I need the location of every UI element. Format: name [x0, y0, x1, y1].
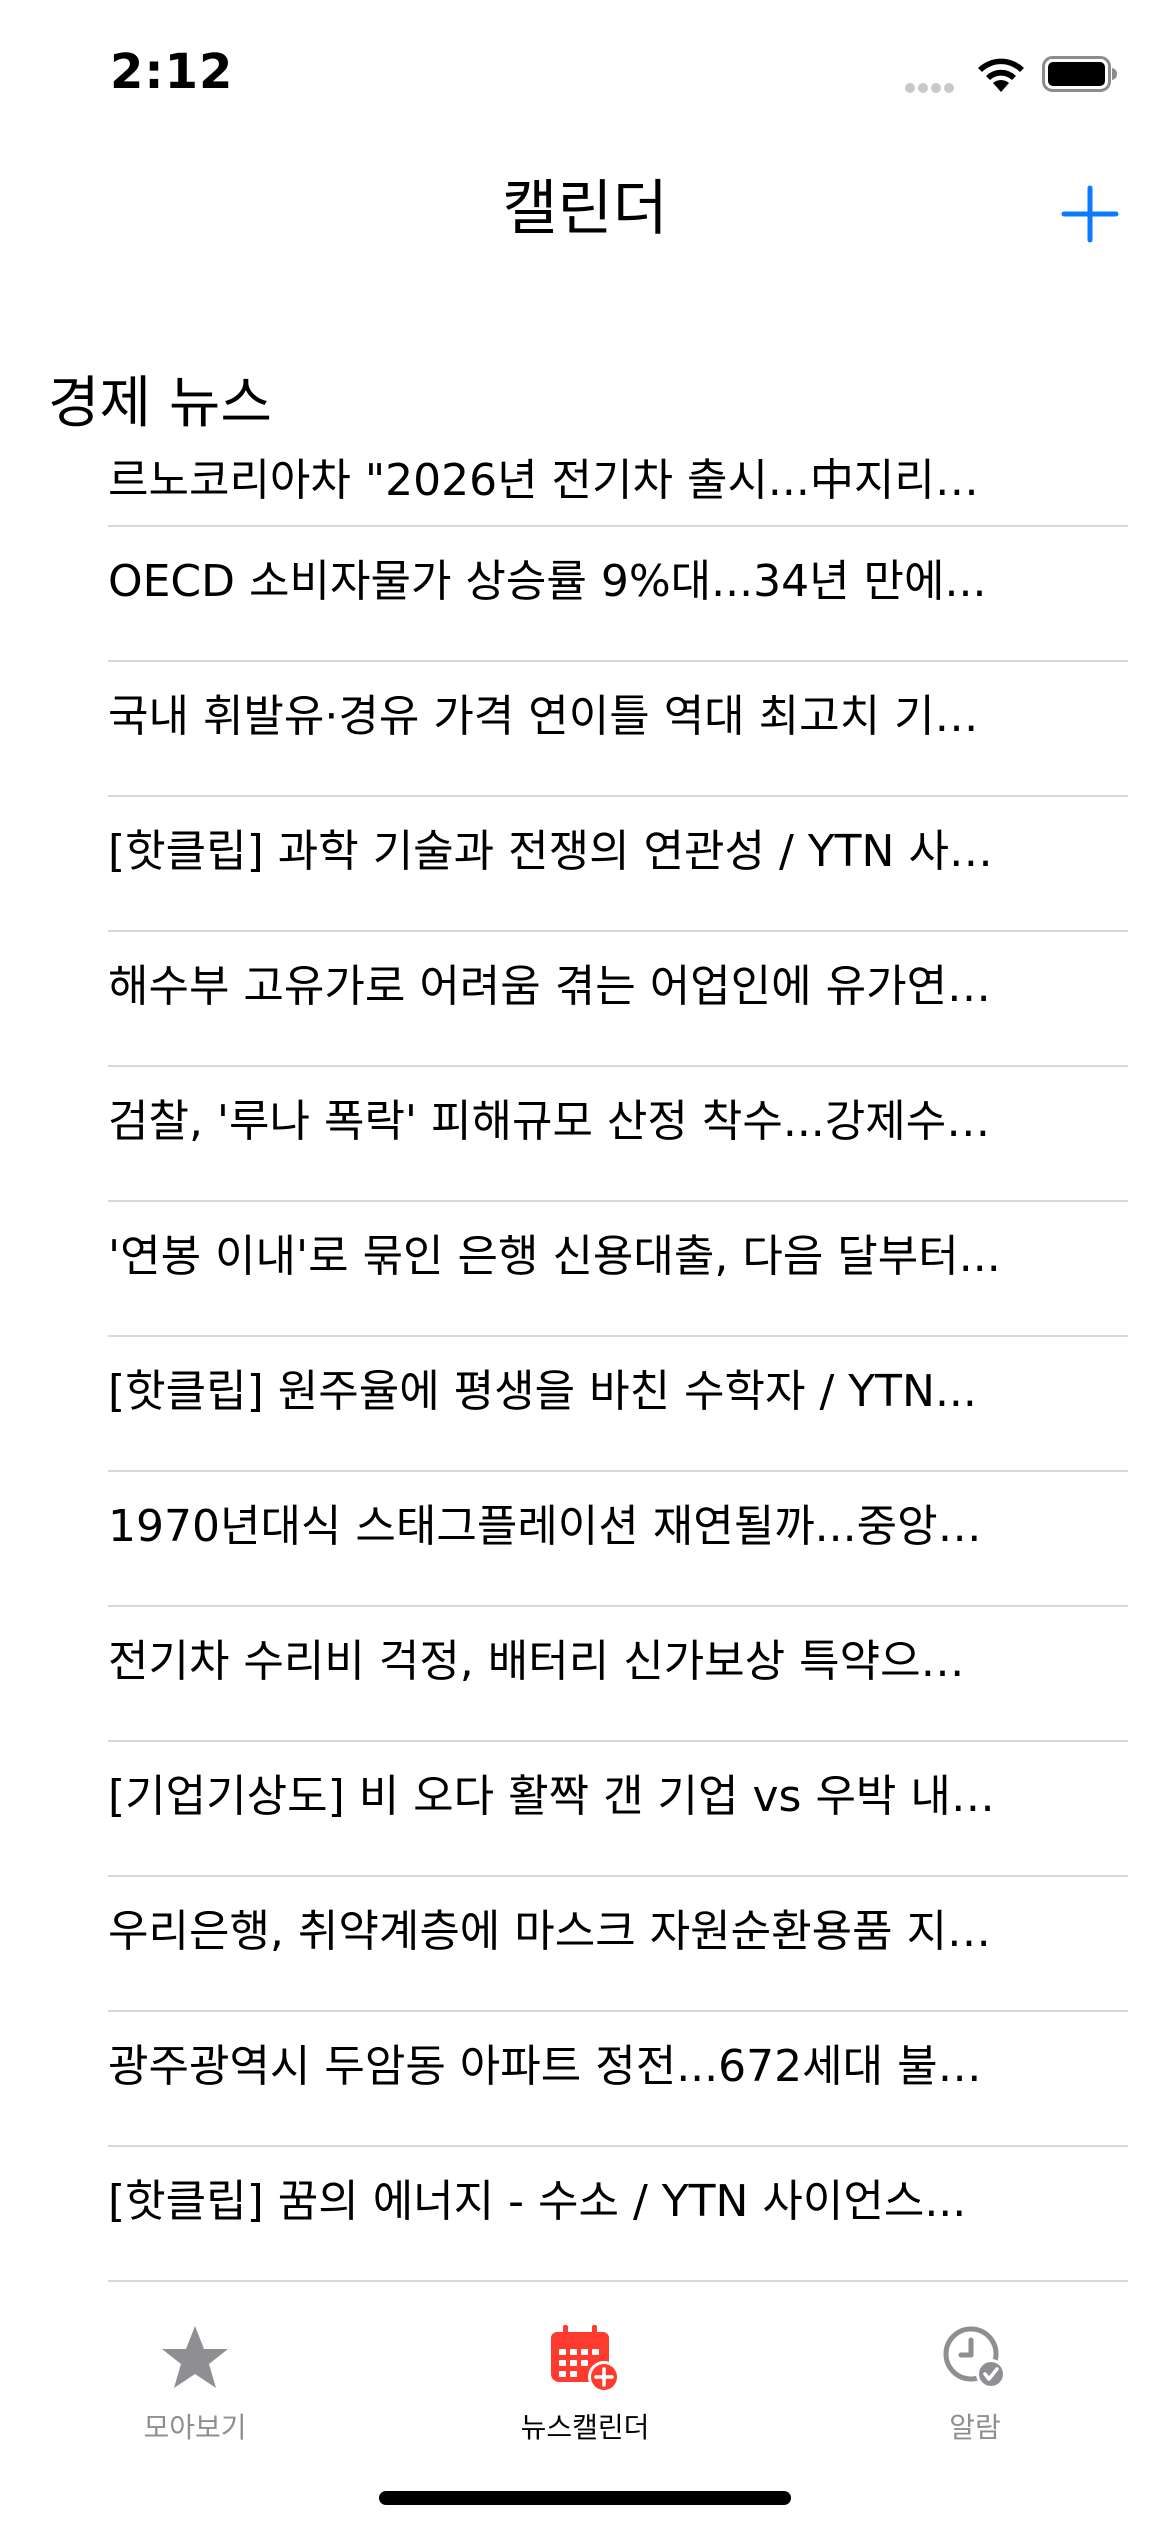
section-header: 경제 뉴스	[48, 371, 272, 436]
star-icon	[162, 2326, 228, 2388]
news-title: [핫클립] 과학 기술과 전쟁의 연관성 / YTN 사…	[108, 826, 993, 877]
news-title: 해수부 고유가로 어려움 겪는 어업인에 유가연…	[108, 961, 992, 1012]
news-list-item[interactable]: [기업기상도] 비 오다 활짝 갠 기업 vs 우박 내…	[0, 1742, 1170, 1877]
news-list-item[interactable]: 검찰, '루나 폭락' 피해규모 산정 착수...강제수…	[0, 1067, 1170, 1202]
news-title: 광주광역시 두암동 아파트 정전...672세대 불…	[108, 2041, 982, 2092]
news-list-item[interactable]: 르노코리아차 "2026년 전기차 출시...中지리…	[0, 432, 1170, 527]
news-list-item[interactable]: OECD 소비자물가 상승률 9%대...34년 만에...	[0, 527, 1170, 662]
news-list-item[interactable]: [핫클립] 과학 기술과 전쟁의 연관성 / YTN 사…	[0, 797, 1170, 932]
home-indicator[interactable]	[379, 2491, 791, 2505]
news-title: 1970년대식 스태그플레이션 재연될까...중앙…	[108, 1501, 982, 1552]
clock-check-icon	[943, 2326, 1006, 2389]
news-list-item[interactable]: 1970년대식 스태그플레이션 재연될까...중앙…	[0, 1472, 1170, 1607]
cellular-signal-icon	[905, 78, 959, 93]
row-separator	[108, 2280, 1128, 2282]
page-title: 캘린더	[502, 174, 668, 244]
calendar-add-icon	[551, 2325, 620, 2393]
news-list-item[interactable]: 우리은행, 취약계층에 마스크 자원순환용품 지…	[0, 1877, 1170, 2012]
status-time: 2:12	[110, 44, 234, 100]
plus-icon[interactable]	[1050, 174, 1130, 254]
news-list-item[interactable]: 국내 휘발유·경유 가격 연이틀 역대 최고치 기…	[0, 662, 1170, 797]
battery-icon	[1042, 56, 1117, 92]
news-list: 르노코리아차 "2026년 전기차 출시...中지리… OECD 소비자물가 상…	[0, 432, 1170, 2282]
tab-alarm[interactable]: 알람	[855, 2310, 1095, 2460]
tab-label: 모아보기	[143, 2411, 247, 2444]
tab-news-calendar[interactable]: 뉴스캘린더	[465, 2310, 705, 2460]
tab-label: 알람	[949, 2411, 1001, 2444]
tab-favorites[interactable]: 모아보기	[75, 2310, 315, 2460]
wifi-icon	[978, 58, 1024, 92]
news-title: [핫클립] 원주율에 평생을 바친 수학자 / YTN...	[108, 1366, 977, 1417]
news-title: 국내 휘발유·경유 가격 연이틀 역대 최고치 기…	[108, 691, 979, 742]
news-list-item[interactable]: [핫클립] 꿈의 에너지 - 수소 / YTN 사이언스...	[0, 2147, 1170, 2282]
news-list-item[interactable]: [핫클립] 원주율에 평생을 바친 수학자 / YTN...	[0, 1337, 1170, 1472]
news-list-item[interactable]: 광주광역시 두암동 아파트 정전...672세대 불…	[0, 2012, 1170, 2147]
news-title: 르노코리아차 "2026년 전기차 출시...中지리…	[108, 455, 979, 506]
news-list-item[interactable]: 해수부 고유가로 어려움 겪는 어업인에 유가연…	[0, 932, 1170, 1067]
status-bar: 2:12	[0, 0, 1170, 140]
news-title: OECD 소비자물가 상승률 9%대...34년 만에...	[108, 556, 987, 607]
news-list-item[interactable]: '연봉 이내'로 묶인 은행 신용대출, 다음 달부터...	[0, 1202, 1170, 1337]
news-title: 검찰, '루나 폭락' 피해규모 산정 착수...강제수…	[108, 1096, 991, 1147]
tab-label: 뉴스캘린더	[520, 2411, 650, 2444]
news-title: 우리은행, 취약계층에 마스크 자원순환용품 지…	[108, 1906, 992, 1957]
news-title: '연봉 이내'로 묶인 은행 신용대출, 다음 달부터...	[108, 1231, 1001, 1282]
screen: 2:12 캘린더 경제 뉴스 르노코리아차 "2026년 전기차 출시...中지…	[0, 0, 1170, 2532]
news-title: 전기차 수리비 걱정, 배터리 신가보상 특약으…	[108, 1636, 965, 1687]
news-list-item[interactable]: 전기차 수리비 걱정, 배터리 신가보상 특약으…	[0, 1607, 1170, 1742]
news-title: [핫클립] 꿈의 에너지 - 수소 / YTN 사이언스...	[108, 2176, 967, 2227]
news-title: [기업기상도] 비 오다 활짝 갠 기업 vs 우박 내…	[108, 1771, 995, 1822]
